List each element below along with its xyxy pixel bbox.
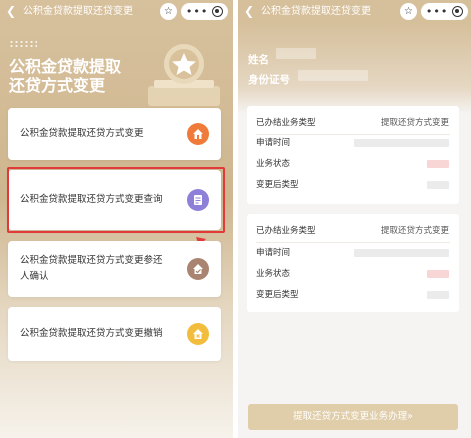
redacted-id	[298, 70, 368, 81]
nav-title: 公积金贷款提取还贷变更	[261, 6, 371, 17]
hero-title-line2: 还贷方式变更	[9, 76, 106, 95]
house-cancel-icon	[187, 323, 209, 345]
redacted-status	[427, 160, 449, 168]
redacted-apply-time	[354, 249, 449, 257]
record-card[interactable]: 已办结业务类型 提取还贷方式变更 申请时间 业务状态 变更后类型	[247, 106, 459, 204]
favorite-star-icon[interactable]: ☆	[160, 3, 177, 20]
redacted-status	[427, 270, 449, 278]
decorative-dots	[9, 40, 37, 48]
divider	[256, 242, 450, 243]
apply-time-label: 申请时间	[256, 138, 291, 148]
medal-star-icon	[148, 44, 220, 106]
record-type-value: 提取还贷方式变更	[380, 118, 449, 128]
menu-card-cancel[interactable]: 公积金贷款提取还贷方式变更撤销	[8, 307, 221, 361]
mini-program-capsule: •••	[181, 3, 228, 20]
close-icon[interactable]	[452, 6, 464, 17]
house-confirm-icon	[187, 258, 209, 280]
name-label: 姓名	[248, 54, 269, 66]
record-type-label: 已办结业务类型	[256, 226, 316, 236]
card-label-line1: 公积金贷款提取还贷方式变更参还	[20, 255, 163, 266]
house-icon	[187, 123, 209, 145]
status-label: 业务状态	[256, 159, 291, 169]
redacted-new-type	[427, 181, 449, 189]
close-icon[interactable]	[212, 6, 224, 17]
profile-header	[238, 24, 471, 114]
more-icon[interactable]: •••	[186, 3, 208, 20]
apply-time-label: 申请时间	[256, 248, 291, 258]
left-screen: ❮ 公积金贷款提取还贷变更 ☆ ••• 公积金贷款提取 还贷方式变更 公积金贷款…	[0, 0, 233, 438]
highlight-box	[7, 167, 225, 233]
record-type-label: 已办结业务类型	[256, 118, 316, 128]
nav-title: 公积金贷款提取还贷变更	[23, 6, 133, 17]
card-label: 公积金贷款提取还贷方式变更	[20, 128, 144, 139]
chevron-left-icon[interactable]: ❮	[244, 4, 254, 18]
apply-change-button[interactable]: 提取还贷方式变更业务办理»	[248, 404, 458, 430]
record-type-value: 提取还贷方式变更	[380, 226, 449, 236]
favorite-star-icon[interactable]: ☆	[400, 3, 417, 20]
new-type-label: 变更后类型	[256, 290, 299, 300]
record-card[interactable]: 已办结业务类型 提取还贷方式变更 申请时间 业务状态 变更后类型	[247, 214, 459, 312]
more-icon[interactable]: •••	[426, 3, 448, 20]
menu-card-confirm[interactable]: 公积金贷款提取还贷方式变更参还 人确认	[8, 241, 221, 297]
redacted-new-type	[427, 291, 449, 299]
status-label: 业务状态	[256, 269, 291, 279]
id-number-label: 身份证号	[248, 74, 290, 86]
right-screen: ❮ 公积金贷款提取还贷变更 ☆ ••• 姓名 身份证号 已办结业务类型 提取还贷…	[238, 0, 471, 438]
nav-bar: ❮ 公积金贷款提取还贷变更 ☆ •••	[238, 0, 471, 24]
mini-program-capsule: •••	[421, 3, 468, 20]
hero-title-line1: 公积金贷款提取	[9, 57, 122, 76]
redacted-apply-time	[354, 139, 449, 147]
card-label-line2: 人确认	[20, 271, 49, 282]
nav-bar: ❮ 公积金贷款提取还贷变更 ☆ •••	[0, 0, 233, 24]
redacted-name	[276, 48, 316, 59]
new-type-label: 变更后类型	[256, 180, 299, 190]
card-label: 公积金贷款提取还贷方式变更撤销	[20, 328, 163, 339]
chevron-left-icon[interactable]: ❮	[6, 4, 16, 18]
divider	[256, 134, 450, 135]
menu-card-change[interactable]: 公积金贷款提取还贷方式变更	[8, 108, 221, 160]
hero-title: 公积金贷款提取 还贷方式变更	[9, 57, 149, 95]
